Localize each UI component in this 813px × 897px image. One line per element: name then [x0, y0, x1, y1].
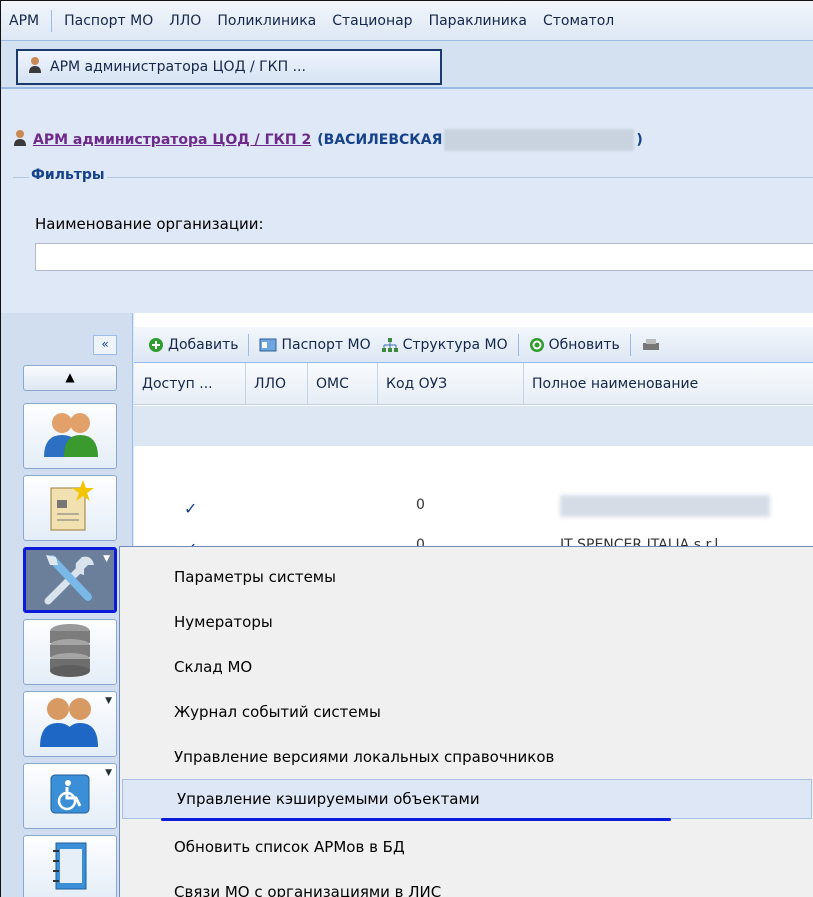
dropdown-arrow-icon: ▼ — [105, 768, 112, 778]
filters-panel: АРМ администратора ЦОД / ГКП 2 (ВАСИЛЕВС… — [1, 91, 813, 301]
menu-passport-mo[interactable]: Паспорт МО — [56, 13, 161, 29]
passport-mo-button[interactable]: Паспорт МО — [259, 336, 371, 353]
menu-item-local-dict-versions[interactable]: Управление версиями локальных справочник… — [120, 737, 813, 777]
menu-item-lis-links[interactable]: Связи МО с организациями в ЛИС — [120, 872, 813, 897]
ouz-code-cell: 0 — [416, 497, 425, 513]
structure-mo-button[interactable]: Структура МО — [381, 337, 508, 353]
menu-dentistry[interactable]: Стоматол — [535, 13, 622, 29]
apm-link[interactable]: АРМ администратора ЦОД / ГКП 2 — [33, 132, 311, 148]
access-check-icon: ✓ — [184, 499, 198, 518]
structure-icon — [381, 337, 398, 352]
star-document-icon — [45, 478, 95, 538]
menu-apm[interactable]: АРМ — [1, 13, 47, 29]
database-icon — [47, 621, 93, 683]
column-full-name[interactable]: Полное наименование — [524, 363, 813, 404]
print-button[interactable] — [641, 337, 665, 353]
highlight-underline — [161, 818, 671, 821]
add-icon — [149, 337, 163, 352]
structure-mo-label: Структура МО — [402, 336, 508, 353]
menu-item-numerators[interactable]: Нумераторы — [120, 602, 813, 642]
documents-button[interactable] — [23, 475, 117, 541]
refresh-label: Обновить — [548, 336, 620, 353]
refresh-icon — [529, 337, 544, 352]
toolbar-separator — [248, 333, 250, 356]
user-icon — [13, 129, 27, 151]
sidebar: « ▲ ▼ ▼ ▼ — [1, 313, 133, 897]
passport-mo-label: Паспорт МО — [281, 336, 371, 353]
column-oms[interactable]: ОМС — [308, 363, 378, 404]
users-button[interactable] — [23, 403, 117, 469]
add-button-label: Добавить — [168, 336, 239, 353]
org-name-label: Наименование организации: — [35, 215, 264, 233]
menu-separator — [51, 9, 53, 32]
grid-column-headers: Доступ ... ЛЛО ОМС Код ОУЗ Полное наимен… — [134, 363, 813, 405]
menu-item-refresh-apm-list[interactable]: Обновить список АРМов в БД — [120, 827, 813, 867]
notebook-icon — [50, 839, 90, 897]
toolbar-separator — [629, 333, 631, 356]
settings-dropdown-menu: Параметры системы Нумераторы Склад МО Жу… — [119, 546, 813, 897]
dropdown-arrow-icon: ▼ — [105, 696, 112, 706]
column-llo[interactable]: ЛЛО — [246, 363, 308, 404]
filters-legend[interactable]: Фильтры — [29, 167, 107, 183]
filters-divider — [13, 177, 813, 178]
menu-hospital[interactable]: Стационар — [324, 13, 420, 29]
org-name-input[interactable] — [35, 243, 813, 271]
menu-paraclinic[interactable]: Параклиника — [421, 13, 535, 29]
tab-label: АРМ администратора ЦОД / ГКП ... — [50, 59, 306, 75]
table-row[interactable]: ✓ 0 — [134, 487, 813, 527]
disability-button[interactable]: ▼ — [23, 763, 117, 829]
collapse-sidebar-button[interactable]: « — [93, 335, 117, 355]
users-icon — [40, 409, 100, 463]
menu-item-warehouse[interactable]: Склад МО — [120, 647, 813, 687]
notebook-button[interactable] — [23, 835, 117, 897]
add-button[interactable]: Добавить — [148, 337, 238, 353]
wheelchair-icon — [50, 774, 90, 818]
user-name-open: (ВАСИЛЕВСКАЯ — [317, 132, 443, 148]
tools-icon — [38, 551, 102, 609]
tab-apm-admin[interactable]: АРМ администратора ЦОД / ГКП ... — [16, 49, 442, 85]
grid-toolbar: Добавить Паспорт МО Структура МО Обновит… — [134, 327, 813, 363]
menu-polyclinic[interactable]: Поликлиника — [209, 13, 324, 29]
staff-icon — [38, 695, 102, 753]
staff-button[interactable]: ▼ — [23, 691, 117, 757]
column-ouz-code[interactable]: Код ОУЗ — [378, 363, 524, 404]
tab-strip: АРМ администратора ЦОД / ГКП ... — [1, 41, 813, 89]
user-name-close: ) — [636, 132, 643, 148]
user-icon — [28, 56, 42, 78]
redacted-name — [444, 129, 635, 151]
sidebar-scroll-up-button[interactable]: ▲ — [23, 365, 117, 391]
database-button[interactable] — [23, 619, 117, 685]
main-menu-bar: АРМ Паспорт МО ЛЛО Поликлиника Стационар… — [1, 1, 813, 41]
toolbar-separator — [517, 333, 519, 356]
table-row-selected[interactable] — [134, 406, 813, 446]
app-window: АРМ Паспорт МО ЛЛО Поликлиника Стационар… — [0, 0, 813, 897]
menu-llo[interactable]: ЛЛО — [161, 13, 209, 29]
menu-item-event-log[interactable]: Журнал событий системы — [120, 692, 813, 732]
menu-item-cached-objects[interactable]: Управление кэшируемыми объектами — [122, 779, 812, 819]
print-icon — [642, 338, 659, 350]
column-access[interactable]: Доступ ... — [134, 363, 246, 404]
dropdown-arrow-icon: ▼ — [103, 554, 110, 564]
redacted-name-cell — [560, 495, 770, 517]
settings-tools-button[interactable]: ▼ — [23, 547, 117, 613]
menu-item-system-params[interactable]: Параметры системы — [120, 557, 813, 597]
passport-icon — [259, 338, 277, 351]
page-title: АРМ администратора ЦОД / ГКП 2 (ВАСИЛЕВС… — [13, 129, 643, 151]
refresh-button[interactable]: Обновить — [529, 337, 620, 353]
